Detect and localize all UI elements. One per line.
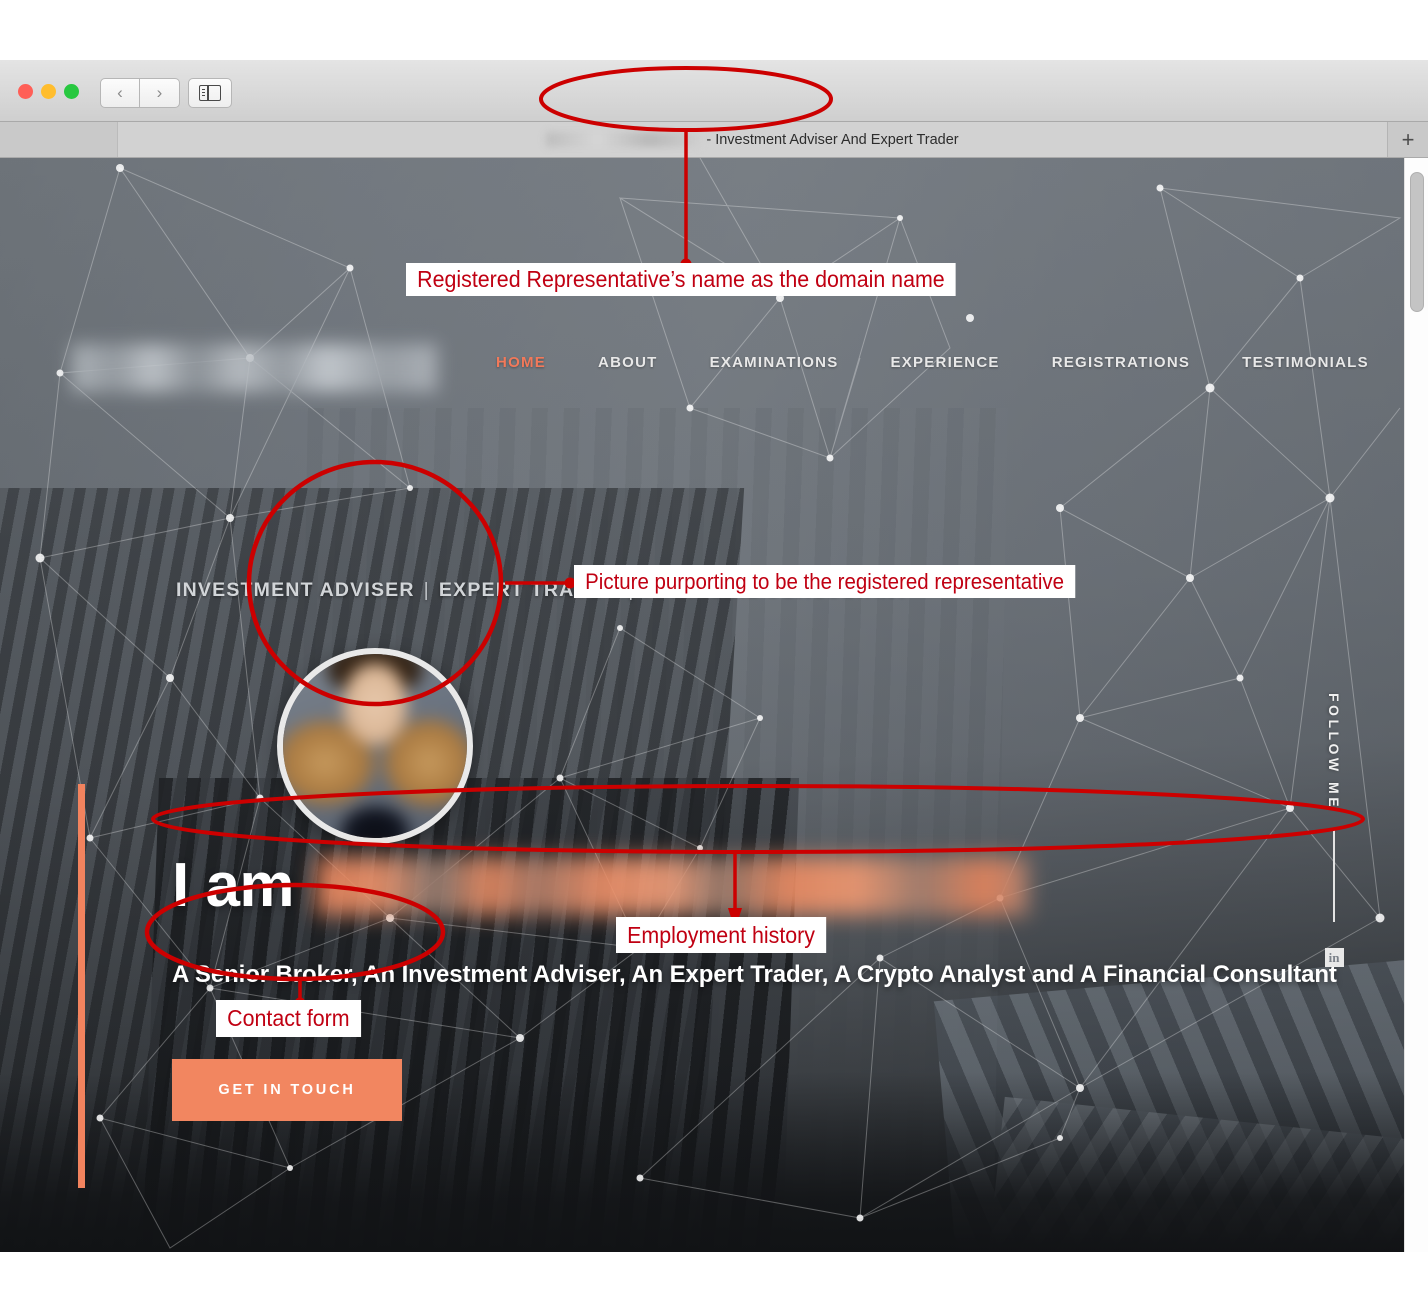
hero-i-am-label: I am	[172, 851, 295, 920]
follow-me-rail: FOLLOW ME in	[1318, 693, 1350, 968]
nav-item-experience[interactable]: EXPERIENCE	[864, 354, 1025, 371]
hero-subtitle: A Senior Broker, An Investment Adviser, …	[172, 961, 1337, 988]
sidebar-button-face	[188, 78, 232, 108]
minimize-window-button[interactable]	[41, 84, 56, 99]
tagline-separator-1: |	[423, 579, 430, 601]
sidebar-toggle-button[interactable]	[188, 78, 232, 108]
tagline-part-2: EXPERT TRADER	[438, 579, 620, 601]
page-scrollbar[interactable]	[1404, 158, 1428, 1252]
forward-button[interactable]: ›	[140, 78, 180, 108]
hero-heading: I am	[172, 850, 1029, 921]
page-viewport: HOME ABOUT EXAMINATIONS EXPERIENCE REGIS…	[0, 158, 1428, 1252]
browser-toolbar: ‹ › .com ↻	[0, 60, 1428, 172]
tagline-separator-2: |	[628, 579, 635, 601]
profile-avatar	[277, 648, 473, 844]
nav-item-home[interactable]: HOME	[470, 354, 572, 371]
get-in-touch-button[interactable]: GET IN TOUCH	[172, 1059, 402, 1121]
close-window-button[interactable]	[18, 84, 33, 99]
hero-accent-bar	[78, 784, 85, 1188]
nav-item-examinations[interactable]: EXAMINATIONS	[684, 354, 865, 371]
window-controls	[18, 84, 79, 99]
tagline-part-3: FINANCIAL CONSULTANT	[643, 579, 910, 601]
linkedin-icon[interactable]: in	[1324, 948, 1344, 968]
follow-me-divider	[1333, 830, 1335, 923]
site-navigation: HOME ABOUT EXAMINATIONS EXPERIENCE REGIS…	[470, 354, 1395, 371]
sidebar-icon	[199, 85, 221, 101]
tab-title: - Investment Adviser And Expert Trader	[546, 131, 959, 148]
scrollbar-thumb[interactable]	[1410, 172, 1424, 312]
tab-strip-spacer	[0, 122, 118, 157]
new-tab-button[interactable]: +	[1388, 122, 1428, 157]
nav-item-testimonials[interactable]: TESTIMONIALS	[1216, 354, 1395, 371]
zoom-window-button[interactable]	[64, 84, 79, 99]
browser-window: ‹ › .com ↻	[0, 60, 1428, 1252]
avatar-image-blurred	[283, 654, 467, 838]
hero-name-redacted	[316, 856, 1029, 915]
tab-bar: - Investment Adviser And Expert Trader +	[0, 122, 1428, 158]
browser-tab[interactable]: - Investment Adviser And Expert Trader	[118, 122, 1388, 157]
tab-redacted-name	[546, 132, 702, 147]
tagline-part-1: INVESTMENT ADVISER	[176, 579, 415, 601]
nav-item-registrations[interactable]: REGISTRATIONS	[1026, 354, 1216, 371]
follow-me-label: FOLLOW ME	[1326, 693, 1342, 811]
hero-tagline: INVESTMENT ADVISER | EXPERT TRADER | FINANCI…	[176, 579, 909, 602]
site-logo-redacted[interactable]	[72, 344, 437, 392]
navigation-buttons: ‹ ›	[100, 78, 180, 108]
tab-title-suffix: - Investment Adviser And Expert Trader	[706, 131, 959, 148]
back-button[interactable]: ‹	[100, 78, 140, 108]
nav-item-about[interactable]: ABOUT	[572, 354, 684, 371]
